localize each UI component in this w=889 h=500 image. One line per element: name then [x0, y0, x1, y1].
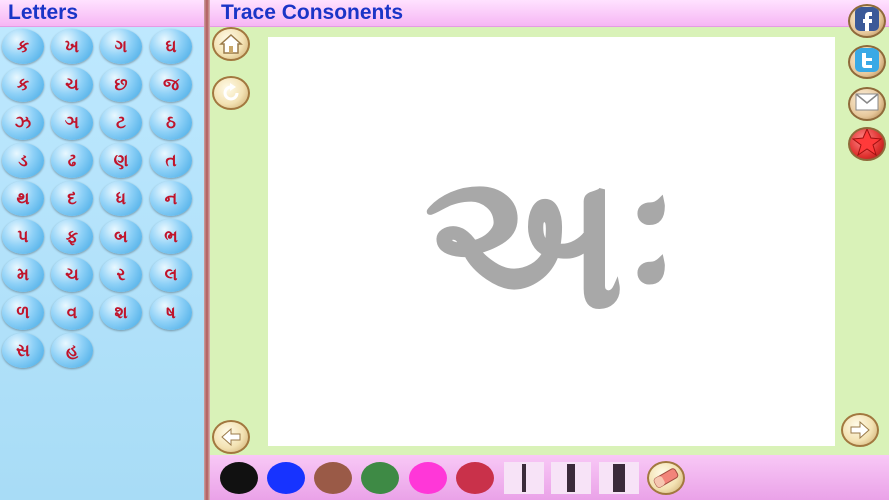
letter-button[interactable]: ડ	[2, 143, 44, 178]
stroke-thick-button[interactable]	[599, 462, 639, 494]
stroke-medium-icon	[567, 464, 575, 492]
eraser-icon	[652, 467, 680, 489]
letter-button[interactable]: ચ	[51, 257, 93, 292]
letter-button[interactable]: ણ	[100, 143, 142, 178]
back-button[interactable]	[212, 420, 250, 454]
letter-button[interactable]: ન	[150, 181, 192, 216]
main-header: Trace Consonents	[210, 0, 889, 27]
letter-button[interactable]: ત	[150, 143, 192, 178]
letter-button[interactable]: ઠ	[150, 105, 192, 140]
letter-button[interactable]: ગ	[100, 29, 142, 64]
letter-button[interactable]: ધ	[100, 181, 142, 216]
letter-button[interactable]: જ	[150, 67, 192, 102]
color-swatch-red[interactable]	[456, 462, 494, 494]
stroke-thin-button[interactable]	[504, 462, 544, 494]
letter-button[interactable]: વ	[51, 295, 93, 330]
letters-panel: Letters ક ખ ગ ઘ ક ચ છ જ ઝ ઞ ટ ઠ ડ ઢ ણ ત …	[0, 0, 204, 500]
stroke-thin-icon	[522, 464, 526, 492]
letter-button[interactable]: થ	[2, 181, 44, 216]
letter-button[interactable]: દ	[51, 181, 93, 216]
facebook-button[interactable]	[848, 4, 886, 38]
letter-button[interactable]: ટ	[100, 105, 142, 140]
color-swatch-brown[interactable]	[314, 462, 352, 494]
next-button[interactable]	[841, 413, 879, 447]
page-title: Trace Consonents	[221, 1, 404, 24]
letter-button[interactable]: ર	[100, 257, 142, 292]
eraser-button[interactable]	[647, 461, 685, 495]
letter-button[interactable]: ઝ	[2, 105, 44, 140]
star-icon	[851, 129, 883, 159]
letter-button[interactable]: મ	[2, 257, 44, 292]
letter-button[interactable]: ક	[2, 29, 44, 64]
color-swatch-green[interactable]	[361, 462, 399, 494]
letter-button[interactable]: છ	[100, 67, 142, 102]
rate-button[interactable]	[848, 127, 886, 161]
drawing-toolbar	[210, 455, 889, 500]
color-swatch-black[interactable]	[220, 462, 258, 494]
letter-button[interactable]: ફ	[51, 219, 93, 254]
letter-button[interactable]: ઢ	[51, 143, 93, 178]
twitter-button[interactable]	[848, 45, 886, 79]
twitter-icon	[854, 47, 880, 77]
letter-button[interactable]: ખ	[51, 29, 93, 64]
letter-button[interactable]: ળ	[2, 295, 44, 330]
trace-letter: અઃ	[424, 129, 679, 351]
letter-button[interactable]: પ	[2, 219, 44, 254]
letter-button[interactable]: ષ	[150, 295, 192, 330]
mail-icon	[854, 91, 880, 117]
letter-button[interactable]: ચ	[51, 67, 93, 102]
facebook-icon	[854, 6, 880, 36]
color-swatch-pink[interactable]	[409, 462, 447, 494]
letter-button[interactable]: ઘ	[150, 29, 192, 64]
refresh-icon	[219, 82, 243, 104]
refresh-button[interactable]	[212, 76, 250, 110]
next-arrow-icon	[848, 419, 872, 441]
home-icon	[219, 33, 243, 55]
color-swatch-blue[interactable]	[267, 462, 305, 494]
letter-button[interactable]: હ	[51, 333, 93, 368]
panel-divider	[204, 0, 210, 500]
letters-header: Letters	[0, 0, 204, 27]
letter-button[interactable]: શ	[100, 295, 142, 330]
letter-button[interactable]: ક	[2, 67, 44, 102]
letter-button[interactable]: ઞ	[51, 105, 93, 140]
letter-button[interactable]: બ	[100, 219, 142, 254]
letter-button[interactable]: સ	[2, 333, 44, 368]
home-button[interactable]	[212, 27, 250, 61]
mail-button[interactable]	[848, 87, 886, 121]
letters-title: Letters	[8, 1, 79, 24]
stroke-thick-icon	[613, 464, 625, 492]
letter-button[interactable]: લ	[150, 257, 192, 292]
tracing-canvas[interactable]: અઃ	[268, 37, 835, 446]
letter-button[interactable]: ભ	[150, 219, 192, 254]
back-arrow-icon	[219, 426, 243, 448]
stroke-medium-button[interactable]	[551, 462, 591, 494]
